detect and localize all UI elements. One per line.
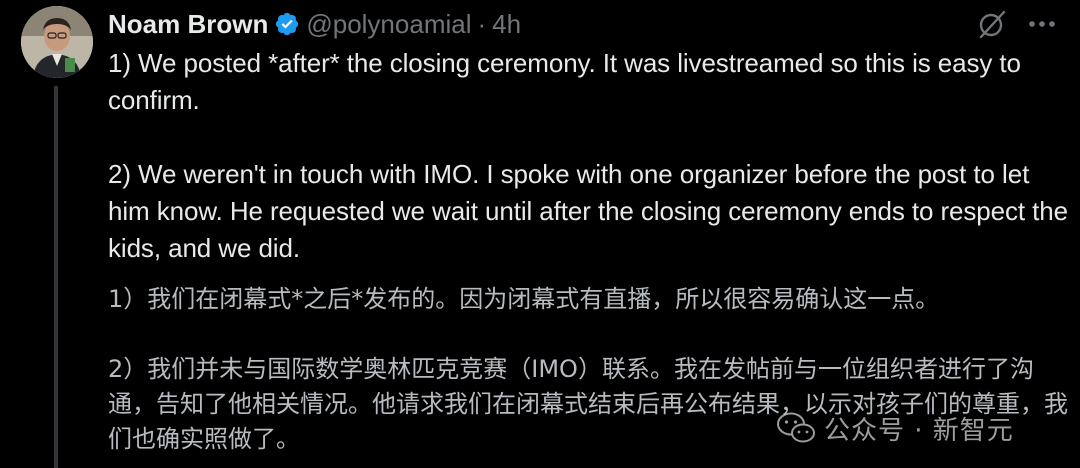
thread-line xyxy=(54,86,58,468)
author-display-name[interactable]: Noam Brown xyxy=(108,9,268,40)
meta-separator: · xyxy=(477,8,487,39)
author-handle[interactable]: @polynoamial xyxy=(306,9,471,40)
tweet-paragraph-2: 2) We weren't in touch with IMO. I spoke… xyxy=(108,159,1068,263)
wechat-icon xyxy=(777,412,815,443)
tweet-paragraph-1: 1) We posted *after* the closing ceremon… xyxy=(108,48,1021,115)
grok-icon[interactable] xyxy=(976,8,1008,40)
avatar[interactable] xyxy=(21,6,93,78)
watermark: 公众号 · 新智元 xyxy=(776,410,1014,446)
tweet-timestamp[interactable]: 4h xyxy=(492,9,521,40)
tweet-text-english: 1) We posted *after* the closing ceremon… xyxy=(108,45,1068,267)
tweet-header: Noam Brown @polynoamial · 4h xyxy=(108,6,521,42)
watermark-text: 公众号 · 新智元 xyxy=(824,415,1014,446)
tweet-card: Noam Brown @polynoamial · 4h 1) We poste… xyxy=(0,0,1080,468)
verified-badge-icon xyxy=(276,12,299,36)
more-options-icon[interactable] xyxy=(1024,12,1060,36)
translation-paragraph-1: 1）我们在闭幕式*之后*发布的。因为闭幕式有直播，所以很容易确认这一点。 xyxy=(108,285,940,313)
